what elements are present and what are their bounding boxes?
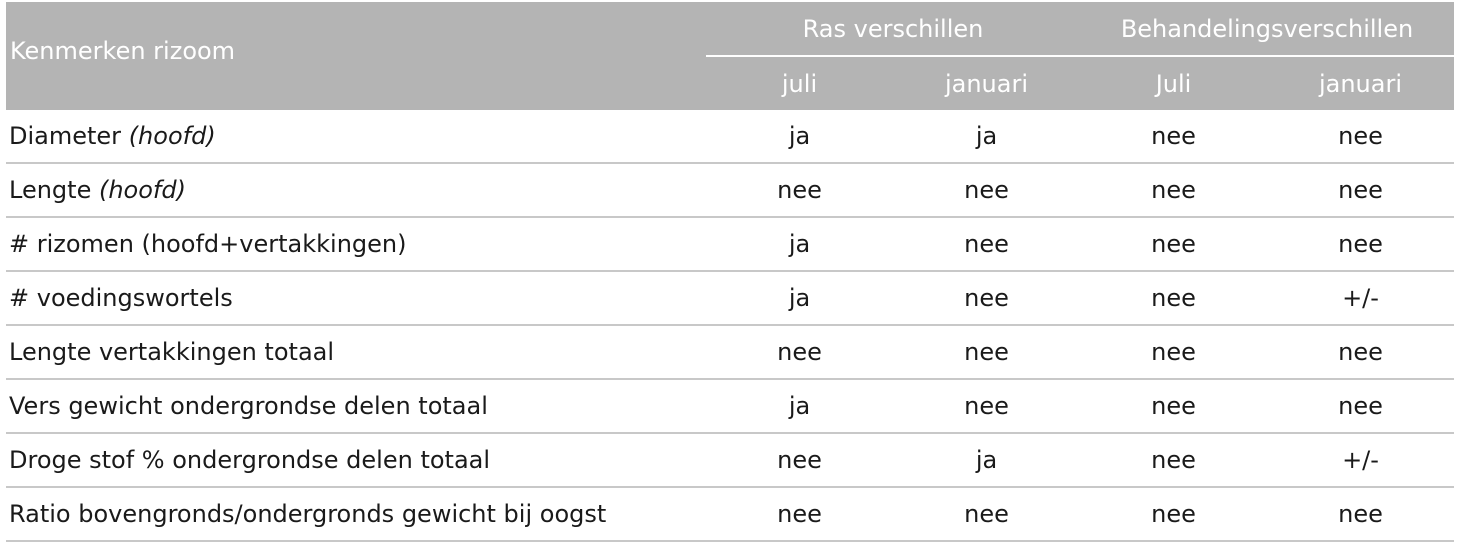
value-cell: nee — [1267, 163, 1454, 218]
table-row: Diameter (hoofd) ja ja nee nee — [6, 110, 1454, 164]
value-cell: nee — [1080, 433, 1267, 488]
row-label-cell: Droge stof % ondergrondse delen totaal — [6, 433, 706, 488]
row-header-label: Kenmerken rizoom — [10, 37, 236, 65]
document-page: Kenmerken rizoom Ras verschillen Behande… — [0, 0, 1458, 542]
value-cell: nee — [1267, 487, 1454, 542]
value-cell: nee — [1267, 217, 1454, 272]
table-row: Lengte (hoofd) nee nee nee nee — [6, 163, 1454, 218]
row-label: Droge stof % ondergrondse delen totaal — [9, 446, 491, 474]
row-label: # voedingswortels — [9, 284, 233, 312]
value-cell: nee — [1267, 325, 1454, 380]
value-cell: nee — [893, 379, 1080, 434]
row-label-cell: Vers gewicht ondergrondse delen totaal — [6, 379, 706, 434]
value-cell: nee — [1080, 217, 1267, 272]
value-cell: ja — [893, 433, 1080, 488]
table-row: Ratio bovengronds/ondergronds gewicht bi… — [6, 487, 1454, 542]
table-row: Droge stof % ondergrondse delen totaal ne… — [6, 433, 1454, 488]
value-cell: nee — [893, 487, 1080, 542]
value-cell: nee — [1080, 325, 1267, 380]
value-cell: ja — [706, 379, 893, 434]
row-qualifier: (hoofd) — [128, 122, 216, 150]
group-header-ras: Ras verschillen — [706, 2, 1080, 57]
value-cell: nee — [893, 217, 1080, 272]
value-cell: nee — [1267, 110, 1454, 164]
table-row: Lengte vertakkingen totaal nee nee nee nee — [6, 325, 1454, 380]
row-label: Diameter — [9, 122, 122, 150]
value-cell: nee — [893, 325, 1080, 380]
row-label-cell: Ratio bovengronds/ondergronds gewicht bi… — [6, 487, 706, 542]
value-cell: nee — [1080, 163, 1267, 218]
value-cell: nee — [1080, 110, 1267, 164]
row-label: Vers gewicht ondergrondse delen totaal — [9, 392, 488, 420]
column-header-ras-juli: juli — [706, 56, 893, 110]
value-cell: +/- — [1267, 433, 1454, 488]
value-cell: ja — [893, 110, 1080, 164]
row-label-cell: # voedingswortels — [6, 271, 706, 326]
results-table: Kenmerken rizoom Ras verschillen Behande… — [6, 2, 1454, 542]
row-header-cell: Kenmerken rizoom — [6, 2, 706, 110]
table-header: Kenmerken rizoom Ras verschillen Behande… — [6, 2, 1454, 110]
value-cell: +/- — [1267, 271, 1454, 326]
row-label-cell: Lengte vertakkingen totaal — [6, 325, 706, 380]
table-body: Diameter (hoofd) ja ja nee nee Lengte (hoofd)… — [6, 110, 1454, 542]
column-header-behandeling-januari: januari — [1267, 56, 1454, 110]
value-cell: nee — [1080, 271, 1267, 326]
value-cell: nee — [1267, 379, 1454, 434]
value-cell: ja — [706, 217, 893, 272]
value-cell: nee — [893, 163, 1080, 218]
value-cell: nee — [706, 163, 893, 218]
value-cell: nee — [1080, 487, 1267, 542]
column-header-behandeling-juli: Juli — [1080, 56, 1267, 110]
row-label: Ratio bovengronds/ondergronds gewicht bi… — [9, 500, 607, 528]
value-cell: nee — [706, 487, 893, 542]
table-row: # rizomen (hoofd+vertakkingen) ja nee nee ne… — [6, 217, 1454, 272]
group-header-behandeling: Behandelingsverschillen — [1080, 2, 1454, 57]
table-row: Vers gewicht ondergrondse delen totaal ja… — [6, 379, 1454, 434]
value-cell: nee — [706, 325, 893, 380]
row-label-cell: # rizomen (hoofd+vertakkingen) — [6, 217, 706, 272]
value-cell: ja — [706, 271, 893, 326]
row-qualifier: (hoofd) — [98, 176, 186, 204]
row-label-cell: Lengte (hoofd) — [6, 163, 706, 218]
value-cell: nee — [706, 433, 893, 488]
row-label: Lengte vertakkingen totaal — [9, 338, 335, 366]
table-row: # voedingswortels ja nee nee +/- — [6, 271, 1454, 326]
column-header-ras-januari: januari — [893, 56, 1080, 110]
row-label: # rizomen (hoofd+vertakkingen) — [9, 230, 407, 258]
row-label: Lengte — [9, 176, 92, 204]
value-cell: nee — [893, 271, 1080, 326]
value-cell: ja — [706, 110, 893, 164]
row-label-cell: Diameter (hoofd) — [6, 110, 706, 164]
value-cell: nee — [1080, 379, 1267, 434]
